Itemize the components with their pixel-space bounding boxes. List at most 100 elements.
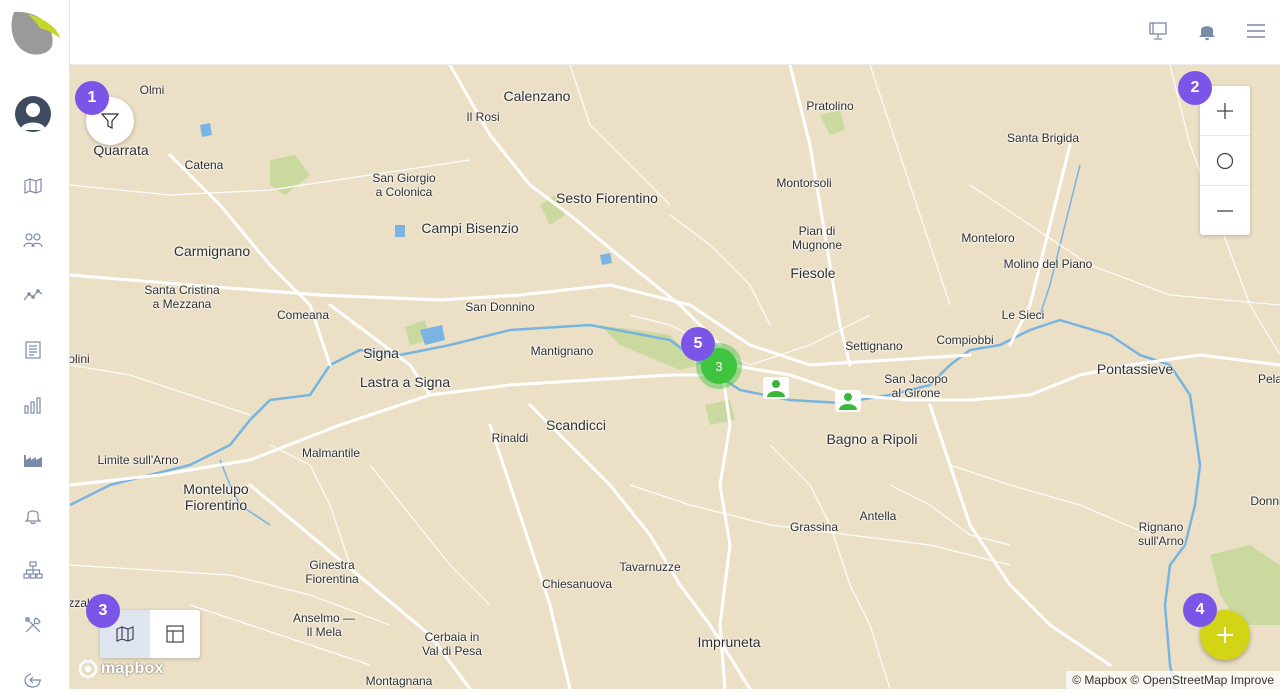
presentation-button[interactable] [1145, 18, 1171, 44]
annotation-badge-2: 2 [1178, 71, 1212, 105]
nav-alerts[interactable] [20, 502, 46, 528]
nav-statistics[interactable] [20, 392, 46, 418]
logout-icon [24, 673, 41, 688]
place-label: San Jacopo al Girone [884, 372, 948, 400]
mapbox-icon [78, 659, 98, 679]
place-label: Quarrata [93, 142, 149, 158]
bar-chart-icon [24, 397, 41, 414]
place-label: Mantignano [530, 344, 594, 358]
notifications-icon [1199, 26, 1215, 41]
place-label: Montelupo Fiorentino [183, 481, 249, 513]
place-label: Rignano sull'Arno [1138, 520, 1184, 548]
place-label: San Donnino [465, 300, 535, 314]
person-marker[interactable] [835, 390, 861, 412]
place-label: Grassina [789, 520, 839, 534]
map-icon [24, 178, 42, 194]
layout-icon [166, 625, 184, 643]
place-label: Le Sieci [1001, 308, 1045, 322]
place-label: Calenzano [503, 88, 571, 104]
map-roads [70, 65, 1280, 689]
layout-view-button[interactable] [150, 610, 200, 658]
plus-icon [1217, 627, 1233, 643]
place-label: Fiesole [790, 265, 836, 281]
notifications-button[interactable] [1194, 18, 1220, 44]
place-label: Lastra a Signa [359, 374, 451, 390]
map-canvas[interactable]: Olmi Quarrata Calenzano Il Rosi Pratolin… [70, 65, 1280, 689]
place-label: Tavarnuzze [619, 560, 681, 574]
report-icon [25, 341, 41, 359]
nav-trend[interactable] [20, 282, 46, 308]
nav-users[interactable] [20, 227, 46, 253]
place-label: Monteloro [961, 231, 1015, 245]
nav-map[interactable] [20, 173, 46, 199]
place-label: Cerbaia in Val di Pesa [422, 630, 482, 658]
user-avatar[interactable] [15, 96, 51, 132]
nav-reports[interactable] [20, 337, 46, 363]
sidebar [0, 0, 70, 689]
menu-button[interactable] [1243, 18, 1269, 44]
place-label: Sesto Fiorentino [556, 190, 658, 206]
place-label: Pela [1257, 372, 1280, 386]
factory-icon [24, 455, 42, 467]
place-label: Pratolino [806, 99, 854, 113]
circle-icon [1216, 152, 1234, 169]
hierarchy-icon [23, 561, 43, 579]
nav-logout[interactable] [20, 667, 46, 693]
nav-industry[interactable] [20, 447, 46, 473]
annotation-badge-3: 3 [86, 594, 120, 628]
annotation-badge-5: 5 [681, 327, 715, 361]
place-label: Catena [184, 158, 224, 172]
users-icon [23, 233, 43, 248]
place-label: Comeana [276, 308, 330, 322]
person-marker[interactable] [763, 377, 789, 399]
place-label: Carmignano [173, 243, 251, 259]
plus-icon [1217, 102, 1233, 119]
place-label: Donni [1250, 494, 1280, 508]
place-label: Santa Brigida [1006, 131, 1080, 145]
mapbox-logo[interactable]: mapbox [78, 659, 164, 679]
nav-hierarchy[interactable] [20, 557, 46, 583]
place-label: Ginestra Fiorentina [305, 558, 359, 586]
place-label: Impruneta [697, 634, 761, 650]
map-icon [116, 626, 134, 642]
place-label: Settignano [845, 339, 903, 353]
place-label: Rinaldi [491, 431, 529, 445]
place-label: Signa [363, 345, 399, 361]
annotation-badge-4: 4 [1183, 593, 1217, 627]
place-label: Molino del Piano [1003, 257, 1093, 271]
place-label: Bagno a Ripoli [826, 431, 918, 447]
zoom-out-button[interactable] [1200, 186, 1250, 235]
place-label: Malmantile [301, 446, 361, 460]
place-label: Anselmo — Il Mela [292, 611, 356, 639]
zoom-controls [1200, 86, 1250, 235]
place-label: Olmi [139, 83, 165, 97]
menu-icon [1247, 24, 1265, 38]
mapbox-logo-text: mapbox [101, 660, 164, 677]
place-label: San Giorgio a Colonica [372, 171, 436, 199]
reset-view-button[interactable] [1200, 136, 1250, 186]
place-label: Limite sull'Arno [97, 453, 179, 467]
tools-icon [25, 617, 41, 633]
place-label: olini [70, 352, 90, 366]
nav-tools[interactable] [20, 612, 46, 638]
place-label: Santa Cristina a Mezzana [144, 283, 220, 311]
place-label: Compiobbi [936, 333, 994, 347]
filter-icon [101, 113, 119, 129]
place-label: Montagnana [365, 674, 433, 688]
bell-icon [25, 510, 41, 524]
map-attribution[interactable]: © Mapbox © OpenStreetMap Improve [1066, 671, 1280, 689]
place-label: Antella [859, 509, 897, 523]
place-label: Scandicci [546, 417, 606, 433]
minus-icon [1217, 209, 1233, 212]
place-label: Campi Bisenzio [421, 220, 519, 236]
trend-icon [23, 289, 43, 301]
place-label: Montorsoli [776, 176, 832, 190]
place-label: Pontassieve [1096, 361, 1174, 377]
place-label: Pian di Mugnone [791, 224, 843, 252]
presentation-icon [1149, 22, 1167, 40]
place-label: Il Rosi [466, 110, 500, 124]
top-bar [70, 0, 1280, 65]
annotation-badge-1: 1 [75, 81, 109, 115]
app-logo[interactable] [8, 8, 64, 58]
place-label: Chiesanuova [541, 577, 613, 591]
